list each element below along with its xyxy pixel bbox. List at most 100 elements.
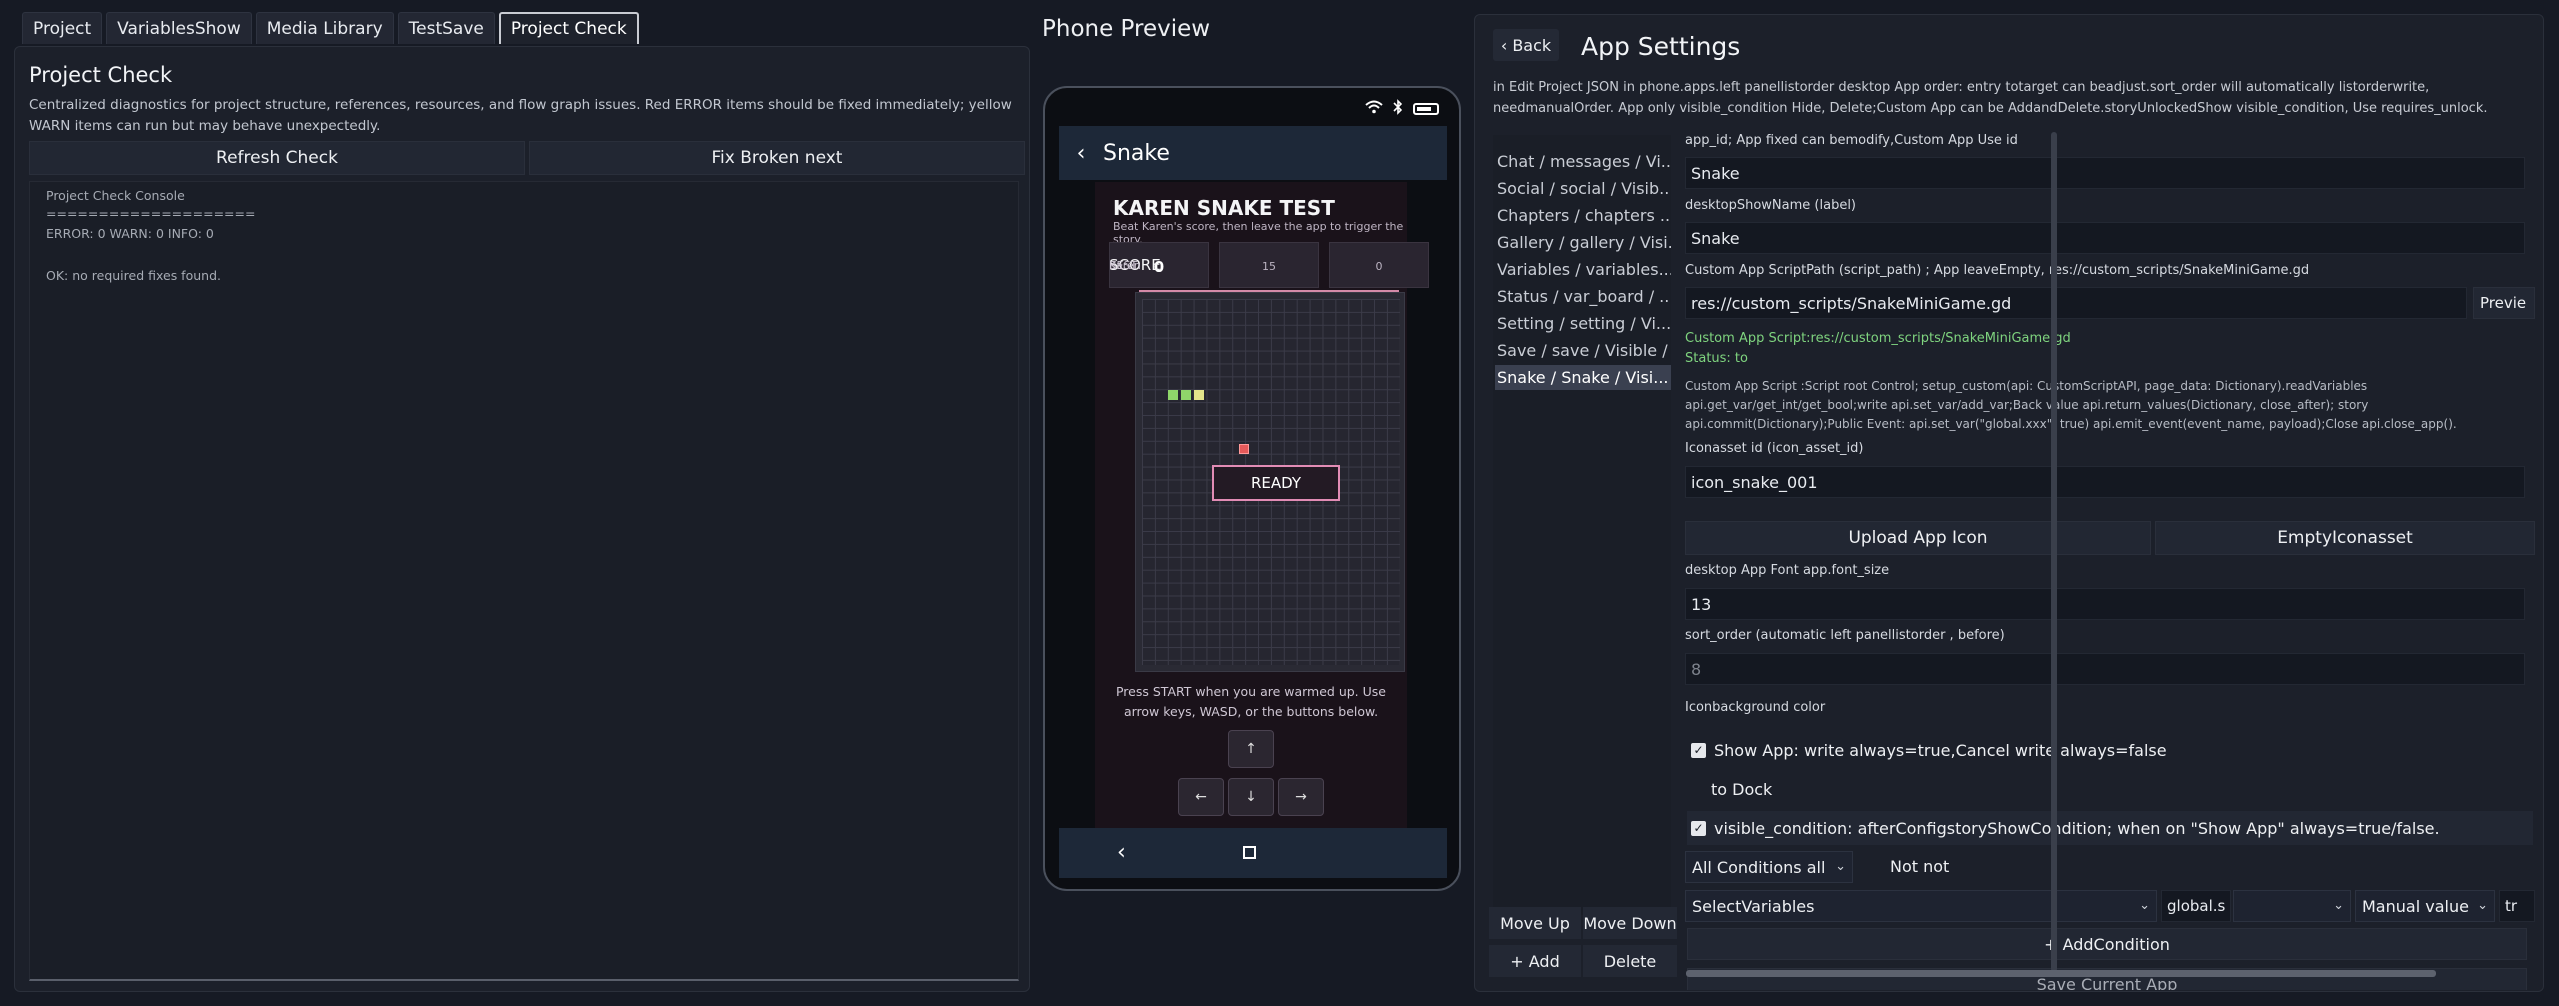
console-line: ====================: [46, 206, 256, 221]
snake-head: [1194, 390, 1204, 400]
bluetooth-icon: [1393, 99, 1403, 119]
tab-media-library[interactable]: Media Library: [255, 12, 394, 44]
sort-order-label: sort_order (automatic left panellistorde…: [1685, 628, 2005, 643]
battery-icon: [1413, 103, 1439, 115]
visible-condition-checkbox[interactable]: ✓: [1691, 820, 1706, 836]
chevron-down-icon: ⌄: [2477, 898, 2488, 913]
app-id-input[interactable]: Snake: [1685, 157, 2525, 189]
app-list: Chat / messages / Vi... Social / social …: [1493, 135, 1671, 915]
script-status-text: Custom App Script:res://custom_scripts/S…: [1685, 331, 2071, 346]
tab-project-check[interactable]: Project Check: [498, 12, 639, 44]
value-mode-select[interactable]: Manual value ⌄: [2355, 890, 2495, 922]
list-item[interactable]: Social / social / Visib...: [1495, 176, 1671, 201]
phone-app-bar: ‹ Snake: [1059, 126, 1447, 180]
snake-segment: [1168, 390, 1178, 400]
value-mode-value: Manual value: [2362, 896, 2469, 916]
show-app-row[interactable]: ✓ Show App: write always=true,Cancel wri…: [1687, 733, 2533, 767]
console-line: Project Check Console: [46, 188, 185, 203]
chevron-down-icon: ⌄: [1835, 859, 1846, 874]
conditions-mode-value: All Conditions all: [1692, 857, 1826, 877]
add-condition-button[interactable]: + AddCondition: [1687, 928, 2527, 960]
name-input[interactable]: Snake: [1685, 222, 2525, 254]
list-item-selected[interactable]: Snake / Snake / Visi...: [1495, 365, 1671, 390]
visible-condition-row[interactable]: ✓ visible_condition: afterConfigstorySho…: [1687, 811, 2533, 845]
conditions-mode-select[interactable]: All Conditions all ⌄: [1685, 851, 1853, 883]
preview-script-button[interactable]: Previe: [2473, 287, 2535, 319]
project-check-console[interactable]: Project Check Console ==================…: [29, 181, 1019, 981]
list-item[interactable]: Chapters / chapters ...: [1495, 203, 1671, 228]
left-button[interactable]: ←: [1178, 778, 1224, 816]
refresh-check-button[interactable]: Refresh Check: [29, 141, 525, 175]
nav-home-icon[interactable]: [1243, 846, 1256, 859]
move-up-button[interactable]: Move Up: [1489, 907, 1581, 939]
horizontal-scrollbar[interactable]: [1686, 970, 2436, 977]
list-item[interactable]: Chat / messages / Vi...: [1495, 149, 1671, 174]
delete-app-button[interactable]: Delete: [1583, 945, 1677, 977]
font-size-label: desktop App Font app.font_size: [1685, 563, 1890, 578]
icon-background-color-label: Iconbackground color: [1685, 700, 1826, 715]
api-help-text: Custom App Script :Script root Control; …: [1685, 379, 2457, 431]
not-toggle-label[interactable]: Not not: [1890, 857, 1949, 876]
list-item[interactable]: Save / save / Visible /: [1495, 338, 1671, 363]
icon-asset-input[interactable]: icon_snake_001: [1685, 466, 2525, 498]
list-item[interactable]: Variables / variables...: [1495, 257, 1671, 282]
tab-variables-show[interactable]: VariablesShow: [106, 12, 252, 44]
script-path-label: Custom App ScriptPath (script_path) ; Ap…: [1685, 263, 2310, 278]
app-id-label: app_id; App fixed can bemodify,Custom Ap…: [1685, 133, 2018, 148]
list-item[interactable]: Status / var_board / ...: [1495, 284, 1671, 309]
nav-back-icon[interactable]: ‹: [1117, 840, 1126, 865]
project-check-description: Centralized diagnostics for project stru…: [29, 97, 1012, 134]
tab-project[interactable]: Project: [22, 12, 103, 44]
variable-key-input[interactable]: global.s: [2161, 890, 2231, 922]
font-size-input[interactable]: 13: [1685, 588, 2525, 620]
phone-frame: ‹ Snake KAREN SNAKE TEST Beat Karen's sc…: [1043, 86, 1461, 891]
back-arrow-icon[interactable]: ‹: [1059, 141, 1103, 166]
dock-row[interactable]: to Dock: [1687, 772, 2533, 806]
show-app-label: Show App: write always=true,Cancel write…: [1714, 740, 2167, 760]
tab-bar: Project VariablesShow Media Library Test…: [22, 12, 639, 44]
phone-preview-title: Phone Preview: [1042, 16, 1211, 42]
console-line: ERROR: 0 WARN: 0 INFO: 0: [46, 226, 214, 241]
phone-app-title: Snake: [1103, 140, 1170, 166]
console-line: OK: no required fixes found.: [46, 268, 221, 283]
back-button[interactable]: ‹ Back: [1493, 29, 1559, 61]
chevron-down-icon: ⌄: [2139, 898, 2150, 913]
fix-broken-next-button[interactable]: Fix Broken next: [529, 141, 1025, 175]
list-item[interactable]: Gallery / gallery / Visi...: [1495, 230, 1671, 255]
upload-app-icon-button[interactable]: Upload App Icon: [1685, 521, 2151, 555]
condition-value-input[interactable]: tr: [2499, 890, 2535, 922]
script-path-input[interactable]: res://custom_scripts/SnakeMiniGame.gd: [1685, 287, 2467, 319]
down-button[interactable]: ↓: [1228, 778, 1274, 816]
food-pellet: [1239, 444, 1249, 454]
visible-condition-label: visible_condition: afterConfigstoryShowC…: [1714, 818, 2440, 838]
sort-order-input: 8: [1685, 653, 2525, 685]
up-button[interactable]: ↑: [1228, 730, 1274, 768]
game-title: KAREN SNAKE TEST: [1113, 196, 1335, 220]
chevron-down-icon: ⌄: [2333, 898, 2344, 913]
variable-select-value: SelectVariables: [1692, 896, 1815, 916]
add-app-button[interactable]: + Add: [1489, 945, 1581, 977]
phone-status-bar: [1059, 98, 1447, 120]
show-app-checkbox[interactable]: ✓: [1691, 742, 1706, 758]
app-form: app_id; App fixed can bemodify,Custom Ap…: [1685, 15, 2535, 990]
vertical-scrollbar[interactable]: [2051, 132, 2057, 972]
ready-button[interactable]: READY: [1212, 465, 1340, 501]
phone-nav-bar: ‹: [1059, 828, 1447, 878]
empty-icon-asset-button[interactable]: EmptyIconasset: [2155, 521, 2535, 555]
best-label: BEST: [1109, 258, 1138, 272]
karen-score-box: Karen 15: [1109, 242, 1319, 288]
variable-select[interactable]: SelectVariables ⌄: [1685, 890, 2157, 922]
move-down-button[interactable]: Move Down: [1583, 907, 1677, 939]
score-row: SCORE 0 Karen 15 BEST 0: [1109, 242, 1439, 288]
right-button[interactable]: →: [1278, 778, 1324, 816]
status-text: Status: to: [1685, 351, 1748, 366]
game-board[interactable]: READY: [1142, 299, 1400, 665]
best-value: 0: [1375, 260, 1383, 273]
game-help-text: Press START when you are warmed up. Use …: [1115, 684, 1386, 719]
snake-segment: [1181, 390, 1191, 400]
project-check-panel: Project Check Centralized diagnostics fo…: [14, 46, 1030, 992]
list-item[interactable]: Setting / setting / Vi...: [1495, 311, 1671, 336]
tab-test-save[interactable]: TestSave: [397, 12, 495, 44]
app-settings-panel: ‹ Back App Settings in Edit Project JSON…: [1474, 14, 2544, 992]
operator-select[interactable]: ⌄: [2233, 890, 2351, 922]
